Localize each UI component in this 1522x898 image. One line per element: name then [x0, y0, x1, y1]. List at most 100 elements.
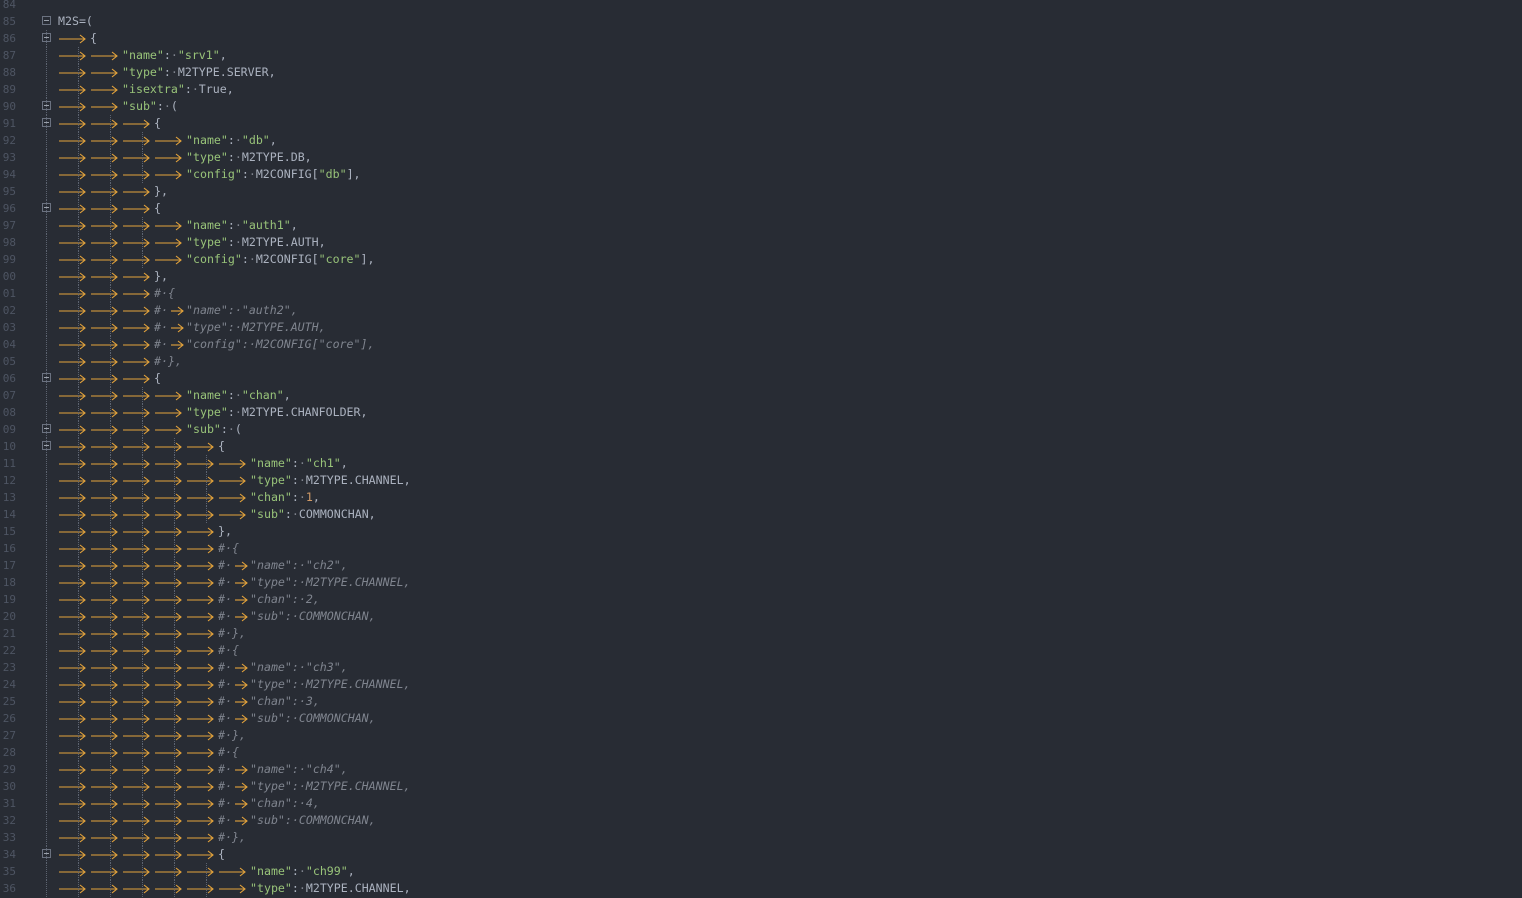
- code-line[interactable]: 96 {: [0, 200, 1522, 217]
- code-line[interactable]: 29 #· "name":·"ch4",: [0, 761, 1522, 778]
- tab-arrow-icon: [58, 744, 88, 761]
- indent-guide: [174, 795, 175, 812]
- code-line[interactable]: 35 "name":·"ch99",: [0, 863, 1522, 880]
- code-line[interactable]: 92 "name":·"db",: [0, 132, 1522, 149]
- code-line[interactable]: 34 {: [0, 846, 1522, 863]
- code-line[interactable]: 18 #· "type":·M2TYPE.CHANNEL,: [0, 574, 1522, 591]
- code-line[interactable]: 20 #· "sub":·COMMONCHAN,: [0, 608, 1522, 625]
- code-line[interactable]: 32 #· "sub":·COMMONCHAN,: [0, 812, 1522, 829]
- indent-guide: [46, 115, 47, 132]
- tab-arrow-icon: [90, 846, 120, 863]
- code-line[interactable]: 08 "type":·M2TYPE.CHANFOLDER,: [0, 404, 1522, 421]
- code-line[interactable]: 00},: [0, 268, 1522, 285]
- code-line[interactable]: 16 #·{: [0, 540, 1522, 557]
- tab-arrow-icon: [122, 149, 152, 166]
- code-line[interactable]: 13 "chan":·1,: [0, 489, 1522, 506]
- code-line[interactable]: 19 #· "chan":·2,: [0, 591, 1522, 608]
- indent-guide: [142, 506, 143, 523]
- code-line[interactable]: 30 #· "type":·M2TYPE.CHANNEL,: [0, 778, 1522, 795]
- indent-guide: [78, 404, 79, 421]
- tab-arrow-icon: [122, 676, 152, 693]
- code-token: "type": [186, 235, 228, 249]
- indent-guide: [174, 642, 175, 659]
- code-line[interactable]: 89 "isextra":·True,: [0, 81, 1522, 98]
- tab-arrow-icon: [90, 608, 120, 625]
- code-line[interactable]: 21 #·},: [0, 625, 1522, 642]
- code-line[interactable]: 90 "sub":·(: [0, 98, 1522, 115]
- tab-arrow-icon: [58, 217, 88, 234]
- code-line[interactable]: 99 "config":·M2CONFIG["core"],: [0, 251, 1522, 268]
- code-editor[interactable]: 84 85 M2S=(86{87 "name":·"srv1", 88 "type":·M…: [0, 0, 1522, 898]
- code-line[interactable]: 07 "name":·"chan",: [0, 387, 1522, 404]
- code-line[interactable]: 06 {: [0, 370, 1522, 387]
- code-line[interactable]: 28 #·{: [0, 744, 1522, 761]
- code-line[interactable]: 98 "type":·M2TYPE.AUTH,: [0, 234, 1522, 251]
- indent-guide: [110, 370, 111, 387]
- code-line[interactable]: 12 "type":·M2TYPE.CHANNEL,: [0, 472, 1522, 489]
- code-text: "sub":·COMMONCHAN,: [250, 710, 376, 727]
- code-line[interactable]: 91 {: [0, 115, 1522, 132]
- code-line[interactable]: 25 #· "chan":·3,: [0, 693, 1522, 710]
- code-line[interactable]: 14 "sub":·COMMONCHAN,: [0, 506, 1522, 523]
- code-line[interactable]: 84: [0, 0, 1522, 13]
- line-number: 02: [2, 304, 16, 317]
- code-line[interactable]: 01 #·{: [0, 285, 1522, 302]
- code-token: "srv1": [177, 48, 220, 62]
- tab-arrow-icon: [122, 319, 152, 336]
- code-line[interactable]: 04 #· "config":·M2CONFIG["core"],: [0, 336, 1522, 353]
- code-line[interactable]: 22 #·{: [0, 642, 1522, 659]
- indent-guide: [110, 574, 111, 591]
- code-line[interactable]: 36 "type":·M2TYPE.CHANNEL,: [0, 880, 1522, 897]
- code-line[interactable]: 86 {: [0, 30, 1522, 47]
- fold-toggle-icon[interactable]: [42, 16, 51, 25]
- tab-arrow-icon: [170, 319, 186, 336]
- code-line[interactable]: 05 #·},: [0, 353, 1522, 370]
- indent-guide: [174, 455, 175, 472]
- code-line[interactable]: 94 "config":·M2CONFIG["db"],: [0, 166, 1522, 183]
- code-line[interactable]: 93 "type":·M2TYPE.DB,: [0, 149, 1522, 166]
- line-number: 98: [2, 236, 16, 249]
- tab-arrow-icon: [170, 302, 186, 319]
- tab-arrow-icon: [90, 98, 120, 115]
- code-line[interactable]: 95},: [0, 183, 1522, 200]
- indent-guide: [174, 812, 175, 829]
- code-line[interactable]: 88 "type":·M2TYPE.SERVER,: [0, 64, 1522, 81]
- code-line[interactable]: 85 M2S=(: [0, 13, 1522, 30]
- code-token: M2TYPE.DB,: [241, 150, 312, 164]
- code-token: M2TYPE.SERVER,: [177, 65, 276, 79]
- indent-guide: [110, 863, 111, 880]
- code-line[interactable]: 87 "name":·"srv1",: [0, 47, 1522, 64]
- code-line[interactable]: 10 {: [0, 438, 1522, 455]
- tab-arrow-icon: [122, 693, 152, 710]
- tab-arrow-icon: [58, 285, 88, 302]
- code-token: ,: [290, 218, 298, 232]
- code-line[interactable]: 31 #· "chan":·4,: [0, 795, 1522, 812]
- code-line[interactable]: 24 #· "type":·M2TYPE.CHANNEL,: [0, 676, 1522, 693]
- code-token: :: [163, 48, 171, 62]
- code-line[interactable]: 23 #· "name":·"ch3",: [0, 659, 1522, 676]
- indent-guide: [206, 472, 207, 489]
- code-line[interactable]: 15},: [0, 523, 1522, 540]
- tab-arrow-icon: [90, 863, 120, 880]
- code-line[interactable]: 11 "name":·"ch1",: [0, 455, 1522, 472]
- code-line[interactable]: 26 #· "sub":·COMMONCHAN,: [0, 710, 1522, 727]
- code-line[interactable]: 27 #·},: [0, 727, 1522, 744]
- code-text: "name":·"auth2",: [186, 302, 298, 319]
- code-token: ·: [298, 490, 306, 504]
- comment-marker: #·: [218, 762, 232, 776]
- line-number: 27: [2, 729, 16, 742]
- code-line[interactable]: 17 #· "name":·"ch2",: [0, 557, 1522, 574]
- indent-guide: [206, 506, 207, 523]
- tab-arrow-icon: [186, 863, 216, 880]
- indent-guide: [78, 829, 79, 846]
- code-line[interactable]: 97 "name":·"auth1",: [0, 217, 1522, 234]
- indent-guide: [78, 795, 79, 812]
- code-token: ],: [360, 252, 375, 266]
- code-text: "sub":·(: [186, 421, 242, 438]
- indent-guide: [46, 30, 47, 47]
- code-line[interactable]: 03 #· "type":·M2TYPE.AUTH,: [0, 319, 1522, 336]
- code-line[interactable]: 02 #· "name":·"auth2",: [0, 302, 1522, 319]
- code-line[interactable]: 09 "sub":·(: [0, 421, 1522, 438]
- code-line[interactable]: 33 #·},: [0, 829, 1522, 846]
- indent-guide: [142, 217, 143, 234]
